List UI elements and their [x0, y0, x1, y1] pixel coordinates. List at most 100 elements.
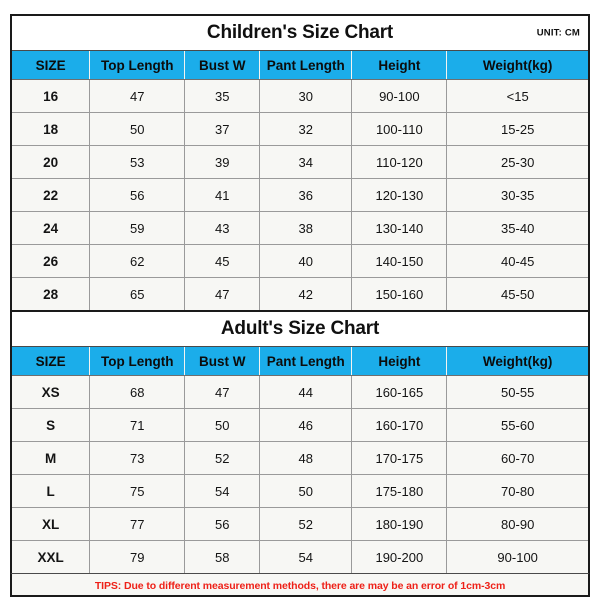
table-row: M 73 52 48 170-175 60-70: [12, 441, 588, 475]
adult-title-row: Adult's Size Chart: [12, 312, 588, 347]
table-row: 18 50 37 32 100-110 15-25: [12, 112, 588, 146]
cell-bust-w: 37: [184, 112, 261, 146]
cell-height: 175-180: [351, 474, 448, 508]
cell-pant-length: 38: [259, 211, 353, 245]
cell-weight: 60-70: [446, 441, 588, 475]
cell-bust-w: 50: [184, 408, 261, 442]
children-title-cell: Children's Size Chart UNIT: CM: [12, 16, 588, 51]
cell-top-length: 65: [89, 277, 186, 310]
cell-weight: 70-80: [446, 474, 588, 508]
adult-header-pant-length: Pant Length: [259, 346, 353, 376]
cell-size: S: [12, 408, 91, 442]
table-row: 20 53 39 34 110-120 25-30: [12, 145, 588, 179]
children-header-bust-w: Bust W: [184, 50, 261, 80]
cell-weight: 50-55: [446, 375, 588, 409]
cell-weight: 45-50: [446, 277, 588, 310]
size-chart-document: Children's Size Chart UNIT: CM SIZE Top …: [0, 0, 600, 600]
cell-top-length: 77: [89, 507, 186, 541]
cell-pant-length: 50: [259, 474, 353, 508]
adult-header-top-length: Top Length: [89, 346, 186, 376]
cell-pant-length: 30: [259, 79, 353, 113]
cell-size: 22: [12, 178, 91, 212]
cell-bust-w: 56: [184, 507, 261, 541]
cell-top-length: 73: [89, 441, 186, 475]
cell-pant-length: 42: [259, 277, 353, 310]
cell-height: 160-170: [351, 408, 448, 442]
children-header-row: SIZE Top Length Bust W Pant Length Heigh…: [12, 50, 588, 80]
cell-top-length: 47: [89, 79, 186, 113]
children-header-pant-length: Pant Length: [259, 50, 353, 80]
cell-top-length: 79: [89, 540, 186, 573]
cell-top-length: 75: [89, 474, 186, 508]
cell-pant-length: 32: [259, 112, 353, 146]
cell-weight: 55-60: [446, 408, 588, 442]
cell-weight: 30-35: [446, 178, 588, 212]
cell-height: 90-100: [351, 79, 448, 113]
cell-height: 140-150: [351, 244, 448, 278]
adult-size-table: Adult's Size Chart SIZE Top Length Bust …: [12, 312, 588, 573]
adult-header-row: SIZE Top Length Bust W Pant Length Heigh…: [12, 346, 588, 376]
cell-size: 18: [12, 112, 91, 146]
cell-pant-length: 54: [259, 540, 353, 573]
cell-size: XL: [12, 507, 91, 541]
cell-bust-w: 47: [184, 277, 261, 310]
adult-size-chart-block: Adult's Size Chart SIZE Top Length Bust …: [10, 310, 590, 573]
cell-weight: 80-90: [446, 507, 588, 541]
cell-weight: 25-30: [446, 145, 588, 179]
cell-size: 16: [12, 79, 91, 113]
cell-pant-length: 52: [259, 507, 353, 541]
cell-weight: 35-40: [446, 211, 588, 245]
cell-pant-length: 34: [259, 145, 353, 179]
cell-bust-w: 43: [184, 211, 261, 245]
adult-chart-title: Adult's Size Chart: [220, 318, 380, 339]
adult-header-size: SIZE: [12, 346, 91, 376]
cell-size: 28: [12, 277, 91, 310]
children-header-height: Height: [351, 50, 448, 80]
cell-height: 160-165: [351, 375, 448, 409]
cell-pant-length: 36: [259, 178, 353, 212]
cell-top-length: 53: [89, 145, 186, 179]
cell-top-length: 56: [89, 178, 186, 212]
cell-bust-w: 35: [184, 79, 261, 113]
cell-height: 180-190: [351, 507, 448, 541]
cell-weight: 40-45: [446, 244, 588, 278]
children-header-size: SIZE: [12, 50, 91, 80]
children-chart-title: Children's Size Chart: [206, 22, 394, 43]
cell-size: 26: [12, 244, 91, 278]
children-header-top-length: Top Length: [89, 50, 186, 80]
cell-height: 150-160: [351, 277, 448, 310]
table-row: XL 77 56 52 180-190 80-90: [12, 507, 588, 541]
cell-top-length: 68: [89, 375, 186, 409]
cell-weight: 15-25: [446, 112, 588, 146]
cell-size: 24: [12, 211, 91, 245]
adult-header-weight: Weight(kg): [446, 346, 588, 376]
cell-height: 130-140: [351, 211, 448, 245]
cell-size: XXL: [12, 540, 91, 573]
adult-header-bust-w: Bust W: [184, 346, 261, 376]
unit-label: UNIT: CM: [536, 27, 580, 39]
cell-weight: 90-100: [446, 540, 588, 573]
children-title-row: Children's Size Chart UNIT: CM: [12, 16, 588, 51]
tips-footer: TIPS: Due to different measurement metho…: [10, 573, 590, 597]
cell-size: M: [12, 441, 91, 475]
cell-pant-length: 40: [259, 244, 353, 278]
children-size-table: Children's Size Chart UNIT: CM SIZE Top …: [12, 16, 588, 310]
table-row: 26 62 45 40 140-150 40-45: [12, 244, 588, 278]
cell-bust-w: 47: [184, 375, 261, 409]
cell-size: L: [12, 474, 91, 508]
table-row: XS 68 47 44 160-165 50-55: [12, 375, 588, 409]
cell-top-length: 71: [89, 408, 186, 442]
cell-top-length: 62: [89, 244, 186, 278]
cell-bust-w: 52: [184, 441, 261, 475]
cell-pant-length: 44: [259, 375, 353, 409]
cell-top-length: 59: [89, 211, 186, 245]
cell-bust-w: 54: [184, 474, 261, 508]
cell-height: 170-175: [351, 441, 448, 475]
cell-pant-length: 46: [259, 408, 353, 442]
cell-bust-w: 45: [184, 244, 261, 278]
cell-bust-w: 39: [184, 145, 261, 179]
table-row: 22 56 41 36 120-130 30-35: [12, 178, 588, 212]
table-row: L 75 54 50 175-180 70-80: [12, 474, 588, 508]
children-size-chart-block: Children's Size Chart UNIT: CM SIZE Top …: [10, 14, 590, 310]
table-row: S 71 50 46 160-170 55-60: [12, 408, 588, 442]
